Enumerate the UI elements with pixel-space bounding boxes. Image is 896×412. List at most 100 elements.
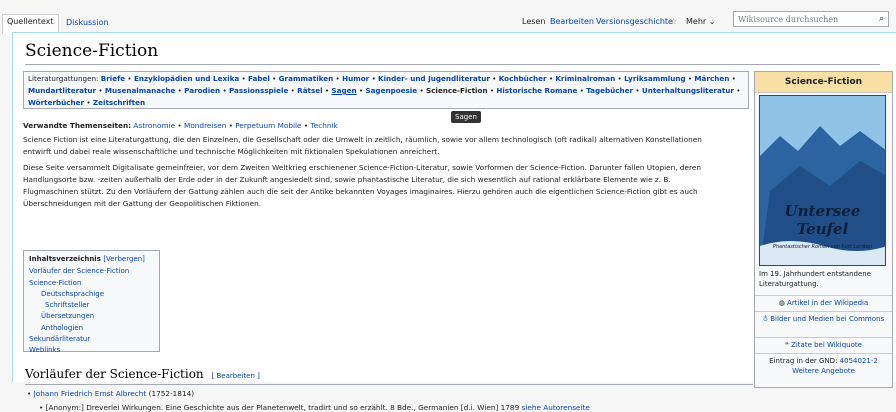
separator: • <box>125 74 134 83</box>
toc-item[interactable]: Sekundärliteratur <box>29 335 90 343</box>
separator: • <box>226 121 236 130</box>
genre-link[interactable]: Passionsspiele <box>229 86 288 95</box>
desc-line: Überschneidungen mit der Gattung der Geo… <box>23 199 262 208</box>
tab-edit[interactable]: Bearbeiten <box>550 17 594 26</box>
genre-link[interactable]: Enzyklopädien und Lexika <box>134 74 239 83</box>
genre-link[interactable]: Wörterbücher <box>28 98 84 107</box>
wikipedia-icon: ◍ <box>778 299 785 307</box>
desc-line: Diese Seite versammelt Digitalisate geme… <box>23 163 701 172</box>
related-topic-link[interactable]: Perpetuum Mobile <box>235 121 301 130</box>
search-input[interactable]: Wikisource durchsuchen ⌕ <box>733 11 889 27</box>
cover-title-2: Teufel <box>796 220 849 238</box>
genre-link[interactable]: Zeitschriften <box>93 98 145 107</box>
separator: • <box>633 86 642 95</box>
table-of-contents: Inhaltsverzeichnis [Verbergen] Vorläufer… <box>23 250 160 354</box>
cover-title-1: Untersee <box>784 202 861 220</box>
genre-link[interactable]: Mundartliteratur <box>28 86 96 95</box>
toc-item[interactable]: Schriftsteller <box>45 301 89 309</box>
tab-discussion[interactable]: Diskussion <box>62 16 113 29</box>
genre-link[interactable]: Märchen <box>694 74 729 83</box>
intro-paragraph: Science Fiction ist eine Literaturgattun… <box>23 134 751 158</box>
main-content: Science-Fiction Literaturgattungen: Brie… <box>12 32 896 412</box>
list-item: • Johann Friedrich Ernst Albrecht (1752-… <box>27 389 195 398</box>
toc-item[interactable]: Weblinks <box>29 346 60 354</box>
desc-line: Handlungsorte bzw. -zeiten außerhalb der… <box>23 175 671 184</box>
toc-hide-link[interactable]: [Verbergen] <box>103 255 145 263</box>
genre-link[interactable]: Historische Romane <box>496 86 577 95</box>
genre-link[interactable]: Musenalmanache <box>105 86 175 95</box>
separator: • <box>239 74 249 83</box>
separator: • <box>577 86 587 95</box>
related-topic-link[interactable]: Astronomie <box>133 121 175 130</box>
separator: • <box>269 74 279 83</box>
cover-subtitle: Phantastischer Roman von Kurt Lorsten <box>772 244 873 250</box>
infobox: Science-Fiction Untersee Teufel Phantast… <box>754 71 893 388</box>
section-divider <box>25 384 753 385</box>
genre-link[interactable]: Briefe <box>101 74 125 83</box>
toc-item[interactable]: Vorläufer der Science-Fiction <box>29 267 129 275</box>
section-heading: Vorläufer der Science-Fiction [ Bearbeit… <box>25 367 260 381</box>
gnd-label: Eintrag in der GND: <box>769 357 838 365</box>
separator: • <box>84 98 93 107</box>
toc-item[interactable]: Science-Fiction <box>29 279 81 287</box>
genre-navbox: Literaturgattungen: Briefe • Enzyklopädi… <box>23 71 749 109</box>
separator: • <box>333 74 343 83</box>
cover-illustration <box>760 96 885 265</box>
genre-link[interactable]: Kinder- und Jugendliteratur <box>378 74 490 83</box>
related-label: Verwandte Themenseiten: <box>23 121 132 130</box>
related-topic-link[interactable]: Technik <box>310 121 337 130</box>
related-topic-link[interactable]: Mondreisen <box>184 121 226 130</box>
separator: • <box>288 86 298 95</box>
separator: • <box>220 86 229 95</box>
gnd-link[interactable]: 4054021-2 <box>840 357 878 365</box>
more-offers-link[interactable]: Weitere Angebote <box>792 367 855 375</box>
genre-link[interactable]: Sagen <box>331 86 356 95</box>
separator: • <box>96 86 105 95</box>
commons-link[interactable]: Bilder und Medien bei Commons <box>770 315 884 323</box>
separator: • <box>615 74 625 83</box>
toc-title: Inhaltsverzeichnis <box>29 255 101 263</box>
genre-link[interactable]: Fabel <box>248 74 270 83</box>
toc-heading: Inhaltsverzeichnis [Verbergen] <box>29 254 154 265</box>
separator: • <box>175 121 185 130</box>
genre-link[interactable]: Lyriksammlung <box>624 74 686 83</box>
title-divider <box>25 64 880 65</box>
separator: • <box>489 74 499 83</box>
book-cover-image[interactable]: Untersee Teufel Phantastischer Roman von… <box>759 95 886 266</box>
gnd-row: Eintrag in der GND: 4054021-2 Weitere An… <box>755 353 892 380</box>
more-menu[interactable]: Mehr ⌄ <box>686 17 715 26</box>
tab-read[interactable]: Lesen <box>522 17 545 26</box>
genre-link[interactable]: Kriminalroman <box>555 74 615 83</box>
toc-item[interactable]: Deutschsprachige <box>41 290 104 298</box>
search-icon[interactable]: ⌕ <box>879 14 884 24</box>
toc-item[interactable]: Anthologien <box>41 324 83 332</box>
wikipedia-link[interactable]: Artikel in der Wikipedia <box>787 299 868 307</box>
star-icon[interactable]: ☆ <box>670 17 677 26</box>
author-page-link[interactable]: siehe Autorenseite <box>522 403 590 412</box>
separator: • <box>175 86 185 95</box>
genre-link[interactable]: Kochbücher <box>499 74 547 83</box>
separator: • <box>417 86 426 95</box>
section-edit-link[interactable]: [ Bearbeiten ] <box>212 372 260 380</box>
search-placeholder: Wikisource durchsuchen <box>738 15 839 24</box>
wikiquote-icon: ❝ <box>785 341 789 349</box>
tab-history[interactable]: Versionsgeschichte <box>596 17 673 26</box>
wikiquote-link[interactable]: Zitate bei Wikiquote <box>791 341 862 349</box>
toc-item[interactable]: Übersetzungen <box>41 312 94 320</box>
separator: • <box>729 74 736 83</box>
genre-link[interactable]: Sagenpoesie <box>365 86 417 95</box>
genre-link[interactable]: Humor <box>342 74 369 83</box>
author-link[interactable]: Johann Friedrich Ernst Albrecht <box>34 389 147 398</box>
commons-row: ♁ Bilder und Medien bei Commons <box>755 311 892 338</box>
genre-link[interactable]: Grammatiken <box>279 74 334 83</box>
author-years: (1752-1814) <box>148 389 195 398</box>
genre-link[interactable]: Rätsel <box>297 86 322 95</box>
genre-link[interactable]: Unterhaltungsliteratur <box>642 86 734 95</box>
page-title: Science-Fiction <box>25 41 159 61</box>
description-paragraph: Diese Seite versammelt Digitalisate geme… <box>23 162 751 210</box>
genre-link[interactable]: Tagebücher <box>586 86 633 95</box>
top-bar: Quellentext Diskussion Lesen Bearbeiten … <box>0 0 896 34</box>
wikipedia-row: ◍ Artikel in der Wikipedia <box>755 295 892 310</box>
genre-link[interactable]: Parodien <box>184 86 220 95</box>
tab-source[interactable]: Quellentext <box>2 14 59 34</box>
